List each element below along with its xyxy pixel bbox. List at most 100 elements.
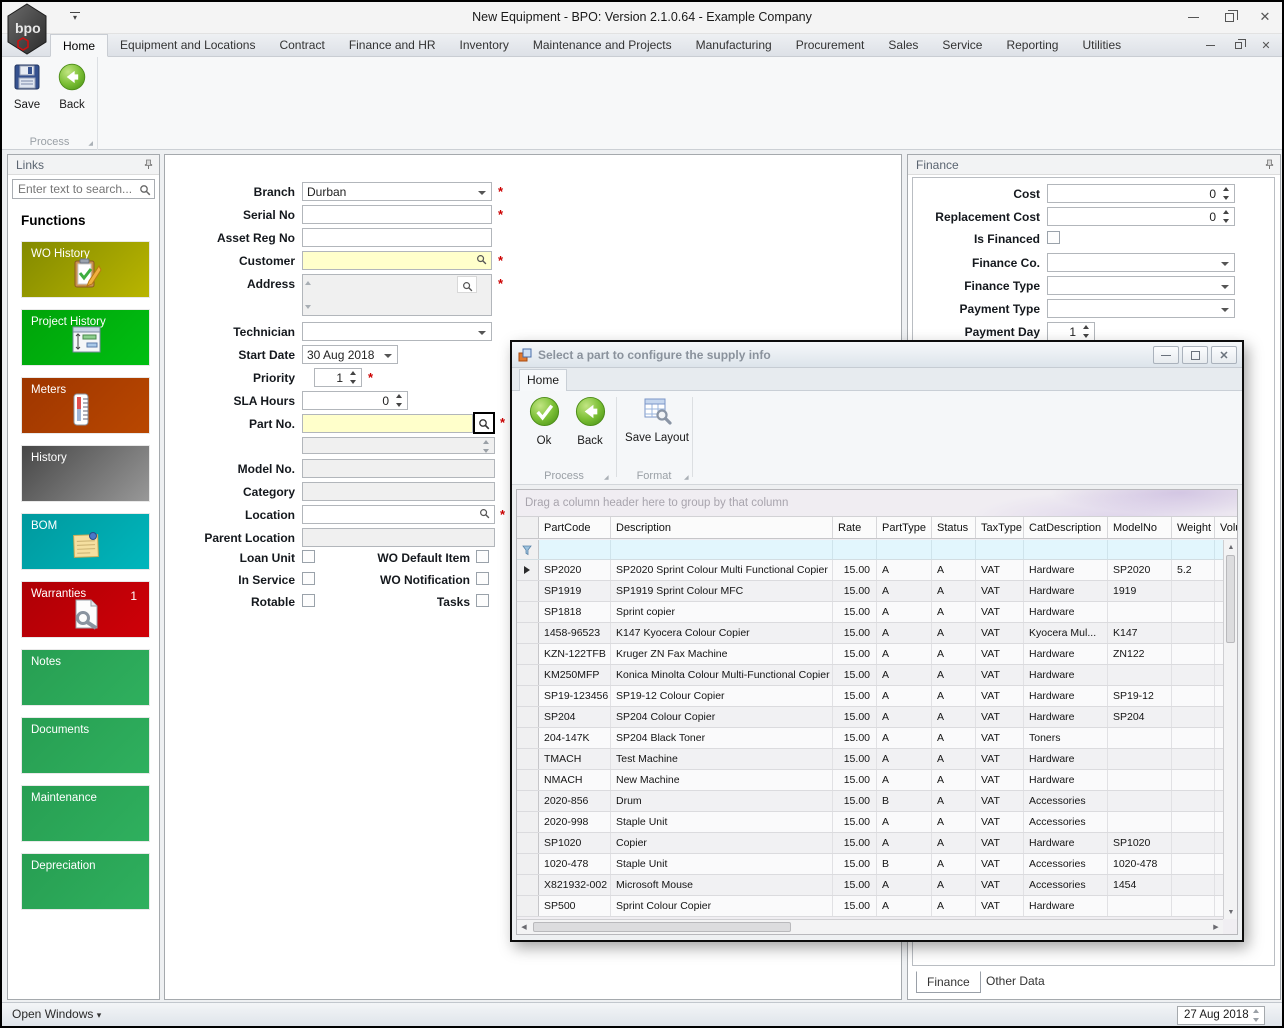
tab-finance[interactable]: Finance (916, 971, 981, 993)
open-windows-button[interactable]: Open Windows ▾ (12, 1007, 101, 1021)
table-row[interactable]: KM250MFPKonica Minolta Colour Multi-Func… (517, 665, 1223, 686)
tasks-checkbox[interactable] (476, 594, 489, 607)
finance-type-select[interactable] (1047, 276, 1235, 295)
part-no-search-button[interactable] (473, 412, 495, 434)
table-row[interactable]: NMACHNew Machine15.00AAVATHardware (517, 770, 1223, 791)
filter-cell-weight[interactable] (1172, 540, 1215, 559)
vertical-scrollbar[interactable]: ▲ ▼ (1223, 540, 1237, 919)
column-header-catdescription[interactable]: CatDescription (1024, 517, 1108, 538)
save-layout-button[interactable]: Save Layout (624, 395, 690, 444)
filter-cell-parttype[interactable] (877, 540, 932, 559)
tab-finance-and-hr[interactable]: Finance and HR (337, 34, 448, 57)
table-row[interactable]: SP500Sprint Colour Copier15.00AAVATHardw… (517, 896, 1223, 917)
minimize-button[interactable] (1182, 8, 1204, 26)
finance-pin-icon[interactable] (1265, 159, 1274, 173)
ok-button[interactable]: Ok (522, 395, 566, 447)
tile-maintenance[interactable]: Maintenance (21, 785, 150, 842)
group-launcher-icon[interactable]: ◢ (604, 474, 609, 481)
tab-utilities[interactable]: Utilities (1070, 34, 1133, 57)
address-search-button[interactable] (457, 276, 477, 293)
group-launcher-icon[interactable]: ◢ (684, 474, 689, 481)
table-row[interactable]: 2020-856Drum15.00BAVATAccessories (517, 791, 1223, 812)
tile-depreciation[interactable]: Depreciation (21, 853, 150, 910)
table-row[interactable]: SP2020SP2020 Sprint Colour Multi Functio… (517, 560, 1223, 581)
payment-type-select[interactable] (1047, 299, 1235, 318)
tab-procurement[interactable]: Procurement (784, 34, 877, 57)
replacement-cost-input[interactable]: 0 (1047, 207, 1235, 226)
tile-bom[interactable]: BOM (21, 513, 150, 570)
column-header-description[interactable]: Description (611, 517, 833, 538)
finance-co-select[interactable] (1047, 253, 1235, 272)
tab-contract[interactable]: Contract (267, 34, 336, 57)
search-icon[interactable] (139, 183, 151, 201)
tile-history[interactable]: History (21, 445, 150, 502)
filter-cell-volume[interactable] (1215, 540, 1223, 559)
in-service-checkbox[interactable] (302, 572, 315, 585)
dialog-tab-home[interactable]: Home (519, 369, 567, 391)
table-row[interactable]: SP1919SP1919 Sprint Colour MFC15.00AAVAT… (517, 581, 1223, 602)
filter-cell-taxtype[interactable] (976, 540, 1024, 559)
sla-hours-input[interactable]: 0 (302, 391, 408, 410)
tile-notes[interactable]: Notes (21, 649, 150, 706)
filter-cell-description[interactable] (611, 540, 833, 559)
tab-home[interactable]: Home (50, 34, 108, 57)
tile-meters[interactable]: Meters (21, 377, 150, 434)
location-search-button[interactable] (476, 507, 493, 522)
customer-search-button[interactable] (473, 253, 490, 268)
scroll-up-icon[interactable] (305, 281, 311, 285)
scroll-down-button[interactable]: ▼ (1224, 905, 1238, 919)
pin-icon[interactable] (144, 159, 153, 173)
back-button[interactable]: Back (50, 62, 94, 111)
address-memo[interactable] (302, 274, 492, 316)
mdi-restore-button[interactable] (1230, 38, 1246, 52)
save-button[interactable]: Save (5, 62, 49, 111)
date-spinner[interactable] (1251, 1008, 1262, 1023)
start-date-picker[interactable]: 30 Aug 2018 (302, 345, 398, 364)
table-row[interactable]: KZN-122TFBKruger ZN Fax Machine15.00AAVA… (517, 644, 1223, 665)
search-input[interactable] (16, 181, 134, 197)
tile-documents[interactable]: Documents (21, 717, 150, 774)
column-header-parttype[interactable]: PartType (877, 517, 932, 538)
status-date-picker[interactable]: 27 Aug 2018 (1177, 1006, 1265, 1025)
mdi-close-button[interactable]: ✕ (1258, 38, 1274, 52)
table-row[interactable]: 1020-478Staple Unit15.00BAVATAccessories… (517, 854, 1223, 875)
tab-service[interactable]: Service (930, 34, 994, 57)
technician-select[interactable] (302, 322, 492, 341)
part-no-lookup[interactable] (302, 414, 473, 433)
priority-spinner[interactable] (348, 370, 359, 385)
horizontal-scrollbar[interactable]: ◀ ▶ (517, 919, 1223, 934)
maximize-button[interactable] (1218, 8, 1240, 26)
column-header-taxtype[interactable]: TaxType (976, 517, 1024, 538)
tab-maintenance-and-projects[interactable]: Maintenance and Projects (521, 34, 684, 57)
table-row[interactable]: X821932-002Microsoft Mouse15.00AAVATAcce… (517, 875, 1223, 896)
table-row[interactable]: SP1818Sprint copier15.00AAVATHardware (517, 602, 1223, 623)
cost-spinner[interactable] (1221, 186, 1232, 201)
group-launcher-icon[interactable]: ◢ (88, 140, 93, 147)
scroll-up-button[interactable]: ▲ (1224, 540, 1238, 554)
filter-cell-status[interactable] (932, 540, 976, 559)
priority-input[interactable]: 1 (314, 368, 362, 387)
tab-sales[interactable]: Sales (876, 34, 930, 57)
table-row[interactable]: 204-147KSP204 Black Toner15.00AAVATToner… (517, 728, 1223, 749)
tile-project-history[interactable]: Project History (21, 309, 150, 366)
branch-select[interactable]: Durban (302, 182, 492, 201)
mdi-minimize-button[interactable] (1202, 38, 1218, 52)
horizontal-scroll-thumb[interactable] (533, 922, 791, 932)
dialog-back-button[interactable]: Back (568, 395, 612, 447)
loan-unit-checkbox[interactable] (302, 550, 315, 563)
tab-equipment-and-locations[interactable]: Equipment and Locations (108, 34, 267, 57)
tile-wo-history[interactable]: WO History (21, 241, 150, 298)
column-header-modelno[interactable]: ModelNo (1108, 517, 1172, 538)
location-lookup[interactable] (302, 505, 495, 524)
rotable-checkbox[interactable] (302, 594, 315, 607)
column-header-volume[interactable]: Volume (1215, 517, 1237, 538)
filter-cell-rate[interactable] (833, 540, 877, 559)
payment-day-input[interactable]: 1 (1047, 322, 1095, 341)
table-row[interactable]: 1458-96523K147 Kyocera Colour Copier15.0… (517, 623, 1223, 644)
customer-lookup[interactable] (302, 251, 492, 270)
dialog-maximize-button[interactable] (1182, 346, 1208, 364)
filter-cell-modelno[interactable] (1108, 540, 1172, 559)
bpo-logo[interactable]: bpo (6, 3, 48, 55)
column-header-weight[interactable]: Weight (1172, 517, 1215, 538)
dialog-minimize-button[interactable] (1153, 346, 1179, 364)
